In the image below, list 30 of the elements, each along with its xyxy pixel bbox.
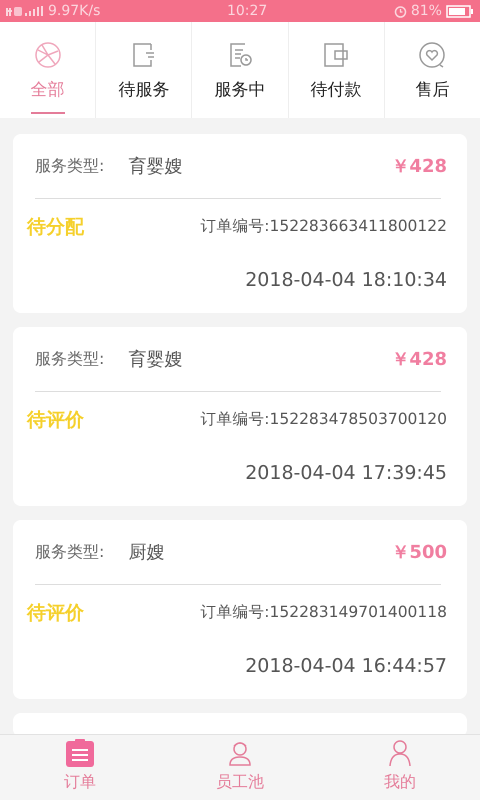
order-price: ￥500 xyxy=(391,540,447,564)
network-speed: 9.97K/s xyxy=(48,2,100,20)
order-number: 订单编号:152283663411800122 xyxy=(200,216,447,238)
battery-icon xyxy=(446,4,474,18)
signal-icon xyxy=(6,5,44,17)
order-card[interactable]: 服务类型: 厨嫂 ￥500 待评价 订单编号:152283149701400118 2018-04-04 16:44:57 xyxy=(13,520,467,699)
service-type-label: 服务类型: xyxy=(35,541,104,563)
heart-bubble-icon xyxy=(417,40,448,70)
order-status: 待分配 xyxy=(27,214,84,240)
alarm-icon xyxy=(394,4,407,18)
order-status: 待评价 xyxy=(27,408,84,433)
order-number: 订单编号:152283478503700120 xyxy=(200,409,447,430)
order-time: 2018-04-04 17:39:45 xyxy=(245,460,447,486)
clock: 10:27 xyxy=(226,2,268,20)
order-number: 订单编号:152283149701400118 xyxy=(200,602,447,624)
order-card[interactable]: 服务类型: 育婴嫂 ￥428 待分配 订单编号:152283663411800122 2018-04-04 18:10:34 xyxy=(13,134,467,313)
order-price: ￥428 xyxy=(391,348,447,372)
battery-percent: 81% xyxy=(410,2,442,20)
service-type-label: 服务类型: xyxy=(35,155,104,177)
order-card[interactable]: 服务类型: 育婴嫂 ￥428 待评价 订单编号:152283478503700120 2018-04-04 17:39:45 xyxy=(13,327,467,506)
service-type: 育婴嫂 xyxy=(128,348,182,372)
clipboard-icon xyxy=(64,738,96,768)
order-price: ￥428 xyxy=(391,154,447,178)
order-status: 待评价 xyxy=(27,600,84,626)
order-time: 2018-04-04 18:10:34 xyxy=(245,268,447,293)
service-type-label: 服务类型: xyxy=(35,348,104,370)
order-time: 2018-04-04 16:44:57 xyxy=(245,654,447,679)
aperture-icon xyxy=(32,40,63,70)
service-type: 厨嫂 xyxy=(128,540,164,564)
service-type: 育婴嫂 xyxy=(128,154,182,178)
